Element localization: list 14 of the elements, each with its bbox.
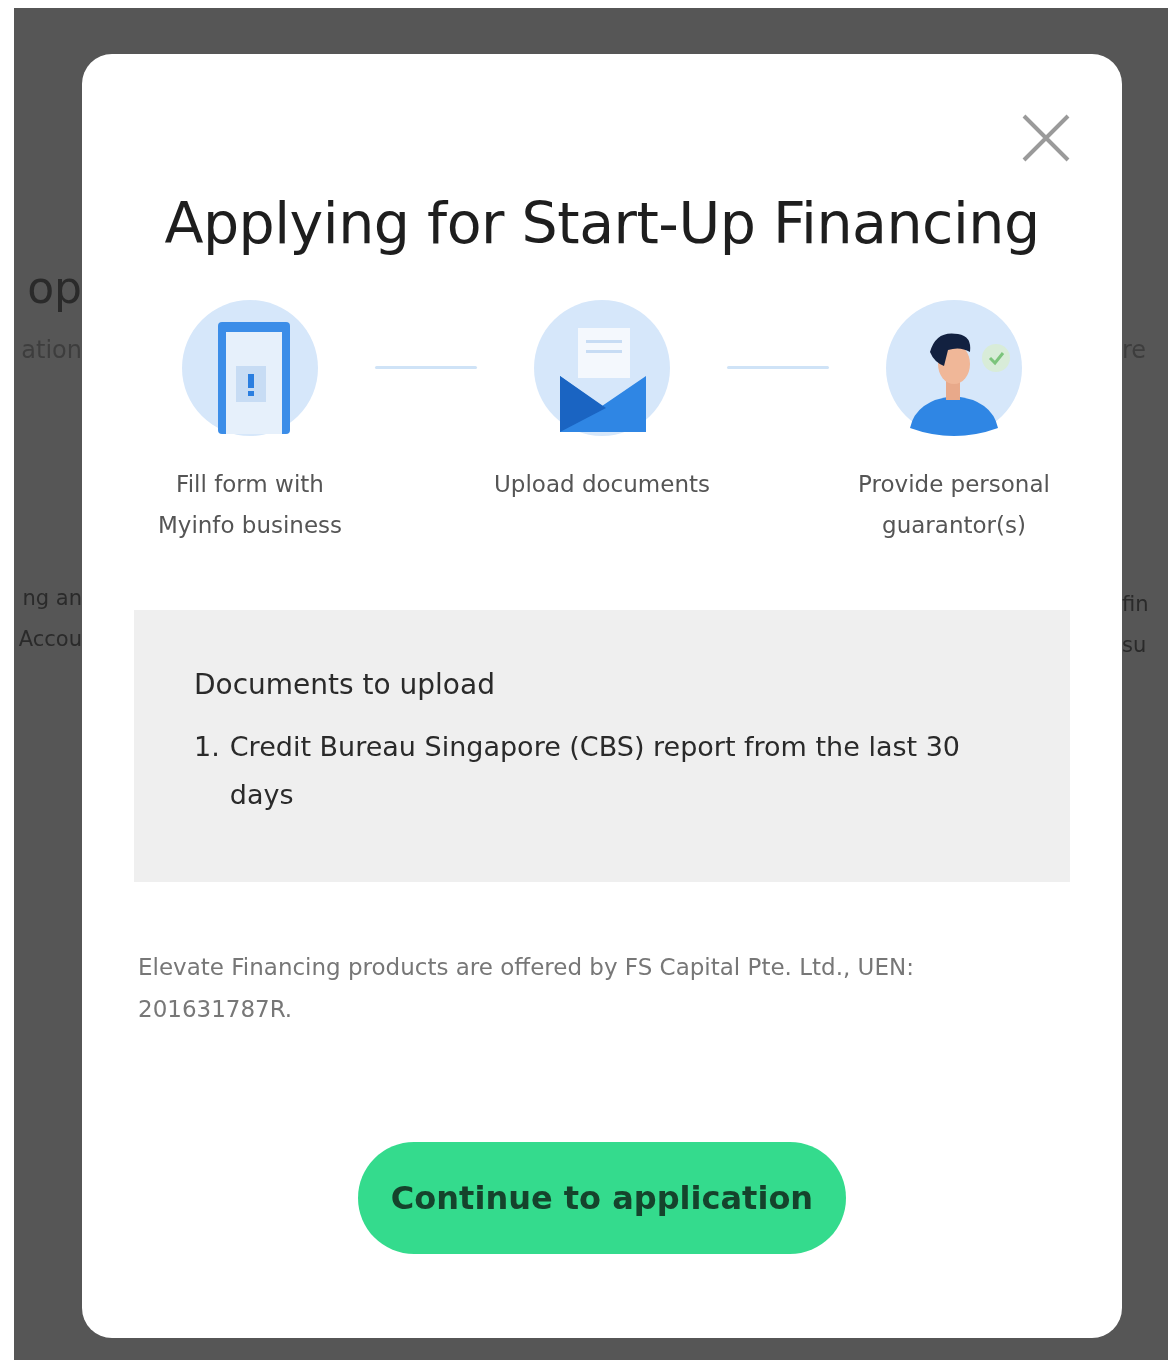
- phone-icon: [182, 300, 318, 436]
- documents-heading: Documents to upload: [194, 668, 496, 701]
- step-label: Provide personal guarantor(s): [857, 470, 1051, 540]
- document-item: Credit Bureau Singapore (CBS) report from the last 30 days: [229, 730, 962, 812]
- dialog-title: Applying for Start-Up Financing: [164, 190, 1040, 256]
- close-icon: [1020, 112, 1072, 164]
- list-number: 1.: [194, 730, 220, 764]
- person-icon: [886, 300, 1022, 436]
- close-button[interactable]: [1020, 112, 1072, 164]
- step-label: Upload documents: [494, 470, 710, 499]
- envelope-icon: [534, 300, 670, 436]
- step-label: Fill form with Myinfo business: [156, 470, 344, 540]
- disclaimer: Elevate Financing products are offered by FS Capital Pte. Ltd., UEN: 201631787R.: [138, 953, 915, 1024]
- continue-button[interactable]: Continue to application: [358, 1142, 846, 1254]
